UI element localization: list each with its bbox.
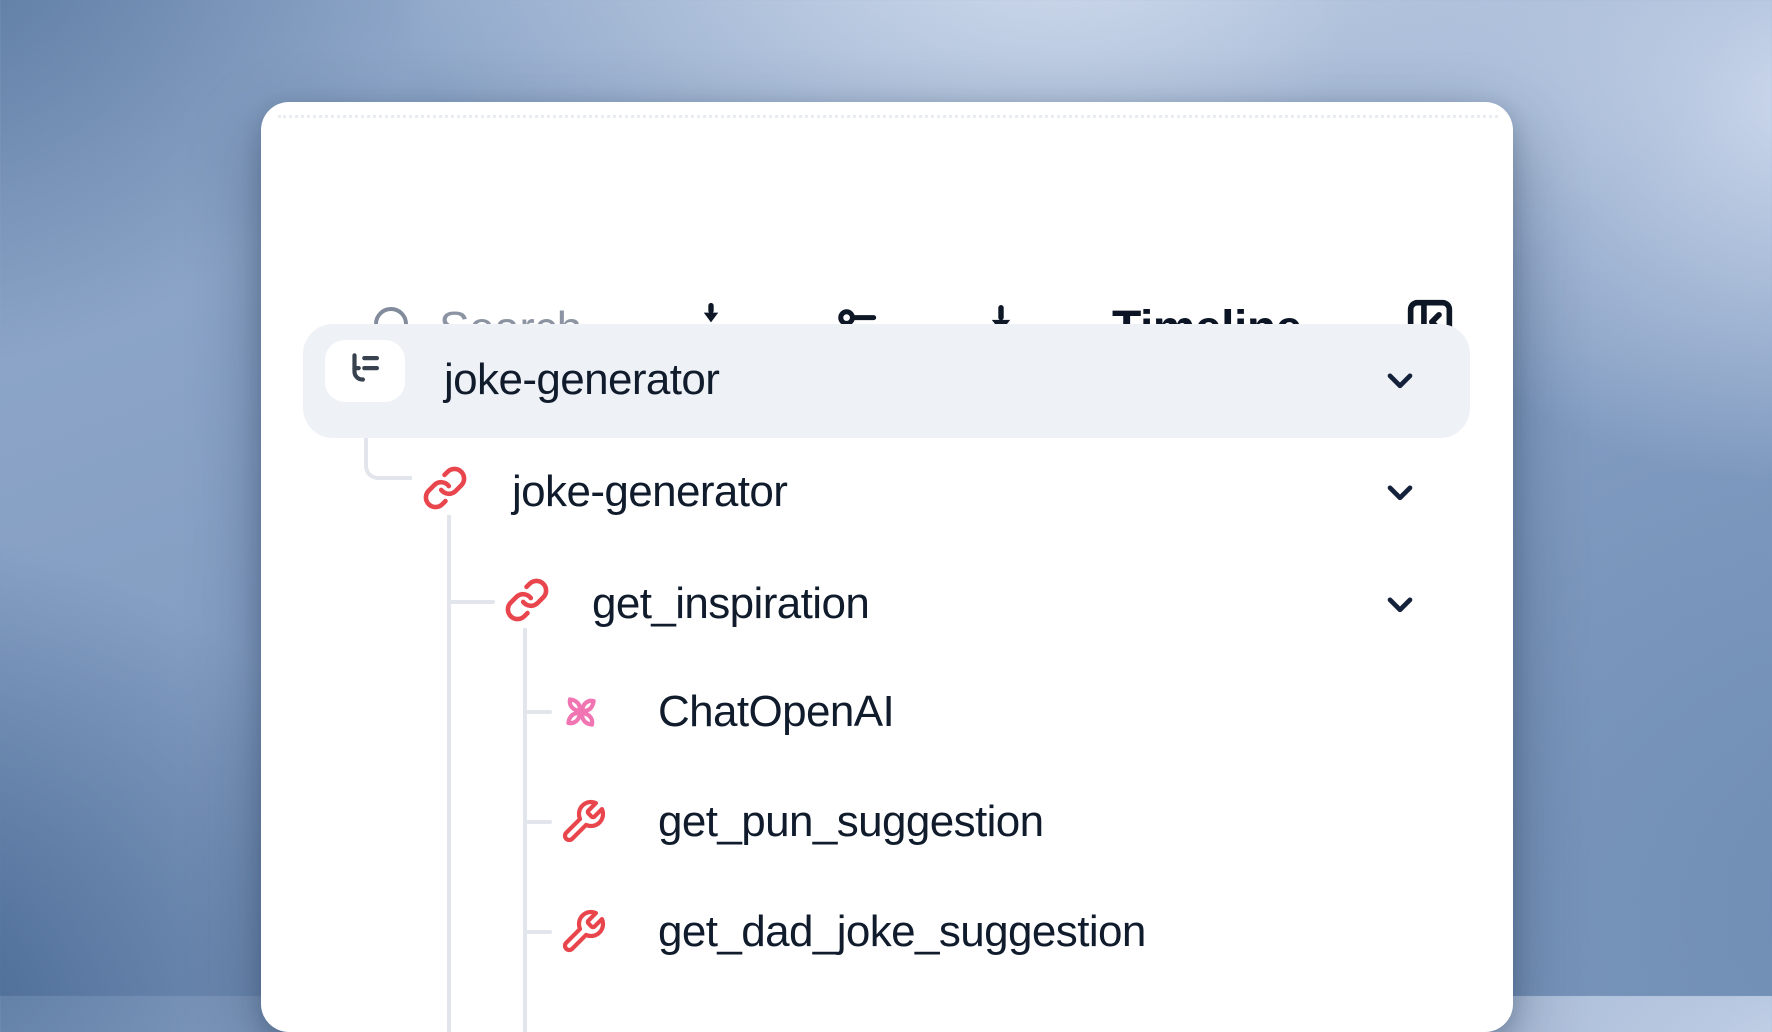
chevron-down-icon[interactable] — [1380, 584, 1420, 624]
chevron-down-icon[interactable] — [1380, 472, 1420, 512]
chevron-down-icon[interactable] — [1380, 360, 1420, 400]
tree-row-label: joke-generator — [512, 464, 787, 520]
trace-panel-card: Search — [261, 102, 1513, 1032]
wrench-icon — [559, 798, 607, 851]
tree-row-label: ChatOpenAI — [658, 684, 894, 740]
tree-connector-stub — [525, 820, 552, 824]
tree-row-get-inspiration[interactable]: get_inspiration — [261, 548, 1513, 660]
wrench-icon — [559, 908, 607, 961]
tree-row-joke-generator-root[interactable]: joke-generator — [261, 324, 1513, 438]
tree-row-label: joke-generator — [444, 352, 719, 408]
tree-row-label: get_pun_suggestion — [658, 794, 1044, 850]
tree-row-get-dad-joke-suggestion[interactable]: get_dad_joke_suggestion — [261, 876, 1513, 988]
tree-connector-stub — [525, 710, 552, 714]
tree-row-joke-generator-child[interactable]: joke-generator — [261, 436, 1513, 548]
tree-connector-stub — [449, 600, 495, 604]
dotted-divider — [278, 115, 1498, 118]
llm-pinwheel-icon — [557, 688, 605, 741]
tree-row-label: get_inspiration — [592, 576, 869, 632]
root-icon-chip — [325, 340, 405, 402]
tree-connector-stub — [525, 930, 552, 934]
tree-row-label: get_dad_joke_suggestion — [658, 904, 1146, 960]
link-icon — [422, 465, 468, 516]
tree-row-chatopenai[interactable]: ChatOpenAI — [261, 656, 1513, 768]
link-icon — [504, 577, 550, 628]
trace-tree-icon — [344, 348, 386, 395]
tree-row-get-pun-suggestion[interactable]: get_pun_suggestion — [261, 766, 1513, 878]
